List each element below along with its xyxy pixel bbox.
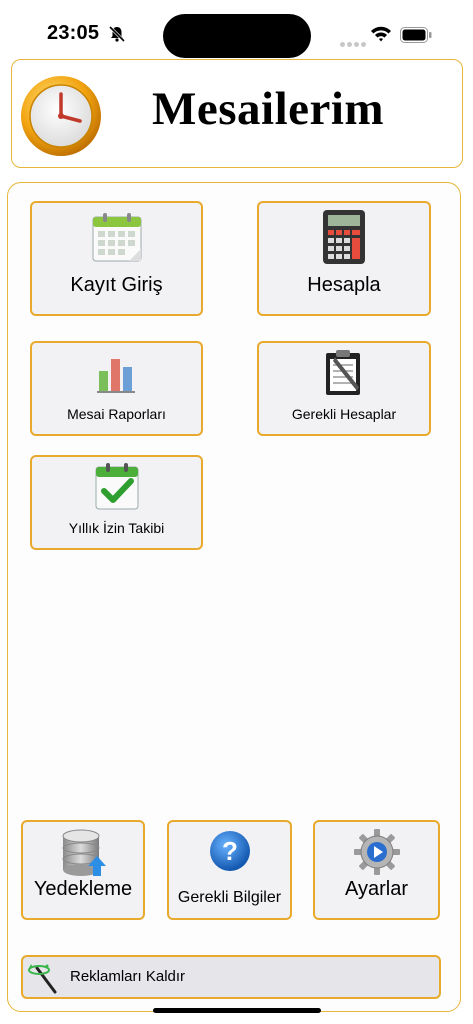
status-time: 23:05 — [47, 22, 100, 44]
status-bar: 23:05 — [0, 0, 473, 58]
clock-icon — [21, 76, 101, 156]
help-icon: ? — [209, 831, 250, 871]
gerekli-bilgiler-button[interactable]: ? Gerekli Bilgiler — [167, 820, 292, 920]
magic-wand-icon — [28, 964, 57, 994]
gerekli-hesaplar-label: Gerekli Hesaplar — [291, 406, 397, 422]
kayit-giris-label: Kayıt Giriş — [70, 274, 163, 296]
yedekleme-button[interactable]: Yedekleme — [21, 820, 145, 920]
home-indicator[interactable] — [153, 1008, 321, 1013]
yillik-izin-takibi-label: Yıllık İzin Takibi — [68, 520, 165, 536]
app-title: Mesailerim — [152, 83, 385, 135]
battery-icon — [400, 27, 432, 43]
kayit-giris-button[interactable]: Kayıt Giriş — [30, 201, 203, 316]
cellular-signal-icon — [340, 34, 368, 52]
wifi-icon — [371, 26, 391, 42]
mesai-raporlari-label: Mesai Raporları — [67, 406, 166, 422]
clipboard-icon — [326, 350, 360, 395]
gerekli-hesaplar-button[interactable]: Gerekli Hesaplar — [257, 341, 431, 436]
ayarlar-button[interactable]: Ayarlar — [313, 820, 440, 920]
remove-ads-label: Reklamları Kaldır — [70, 968, 186, 985]
yillik-izin-takibi-button[interactable]: Yıllık İzin Takibi — [30, 455, 203, 550]
hesapla-button[interactable]: Hesapla — [257, 201, 431, 316]
gerekli-bilgiler-label: Gerekli Bilgiler — [177, 889, 282, 906]
gear-icon — [353, 829, 400, 875]
bell-muted-icon — [108, 25, 126, 43]
yedekleme-label: Yedekleme — [33, 878, 133, 900]
svg-text:?: ? — [222, 836, 238, 866]
database-backup-icon — [62, 829, 106, 876]
app-header: Mesailerim — [11, 59, 463, 168]
dynamic-island — [163, 14, 311, 58]
ayarlar-label: Ayarlar — [345, 878, 408, 900]
bar-chart-icon — [96, 359, 135, 393]
hesapla-label: Hesapla — [307, 274, 381, 296]
calendar-check-icon — [95, 463, 138, 510]
calculator-icon — [323, 210, 365, 264]
calendar-icon — [92, 213, 141, 262]
mesai-raporlari-button[interactable]: Mesai Raporları — [30, 341, 203, 436]
remove-ads-button[interactable]: Reklamları Kaldır — [21, 955, 441, 999]
